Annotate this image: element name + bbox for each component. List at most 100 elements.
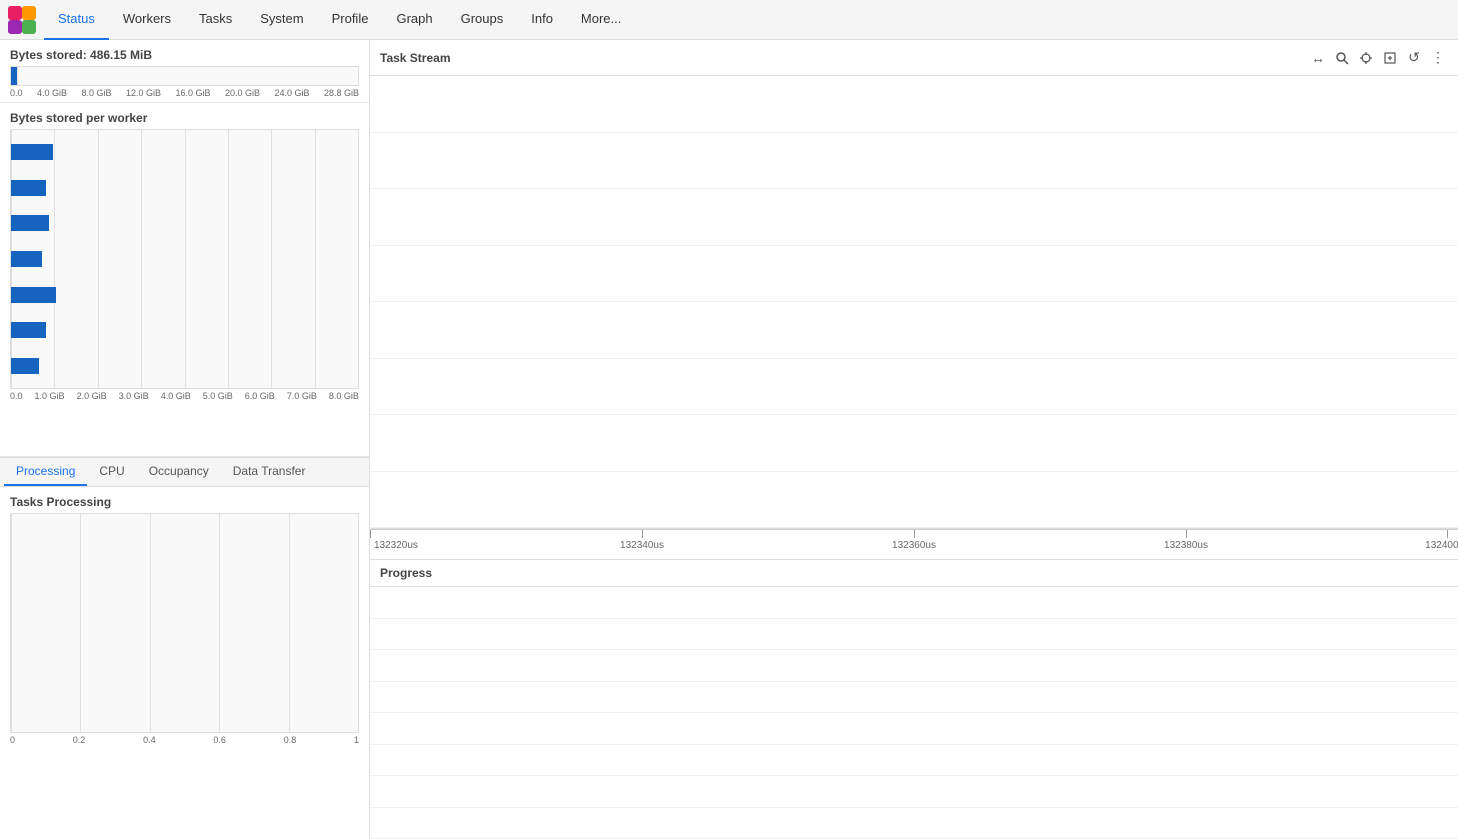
grid-line — [219, 514, 288, 732]
worker-bar — [11, 287, 56, 303]
progress-grid-row — [370, 619, 1458, 651]
bytes-per-worker-section: Bytes stored per worker — [0, 103, 369, 457]
tab-data-transfer[interactable]: Data Transfer — [221, 458, 318, 486]
task-stream-title: Task Stream — [380, 51, 450, 65]
toolbar-icons: ↔ ↺ ⋮ — [1308, 48, 1448, 68]
nav-groups[interactable]: Groups — [447, 0, 518, 40]
tasks-processing-title: Tasks Processing — [10, 495, 359, 509]
axis-label: 0.8 — [284, 735, 297, 745]
worker-bar — [11, 322, 46, 338]
bytes-stored-axis: 0.0 4.0 GiB 8.0 GiB 12.0 GiB 16.0 GiB 20… — [10, 88, 359, 98]
progress-header: Progress — [370, 560, 1458, 587]
axis-label: 28.8 GiB — [324, 88, 359, 98]
worker-bar — [11, 215, 49, 231]
navbar: Status Workers Tasks System Profile Grap… — [0, 0, 1458, 40]
progress-grid-row — [370, 650, 1458, 682]
app-logo — [8, 6, 36, 34]
grid-line — [80, 514, 149, 732]
axis-label: 7.0 GiB — [287, 391, 317, 401]
tick-mark — [1447, 530, 1448, 538]
grid-line — [11, 514, 80, 732]
axis-label: 8.0 GiB — [81, 88, 111, 98]
worker-row — [11, 315, 358, 345]
refresh-icon[interactable]: ↺ — [1404, 48, 1424, 68]
tick-mark — [1186, 530, 1187, 538]
axis-label: 12.0 GiB — [126, 88, 161, 98]
axis-label: 6.0 GiB — [245, 391, 275, 401]
time-label: 132340us — [620, 540, 664, 551]
progress-grid-row — [370, 776, 1458, 808]
wheel-zoom-icon[interactable] — [1332, 48, 1352, 68]
bytes-stored-bar — [11, 67, 17, 85]
axis-label: 0.6 — [213, 735, 226, 745]
task-stream-area: Task Stream ↔ ↺ ⋮ — [370, 40, 1458, 559]
tab-cpu[interactable]: CPU — [87, 458, 136, 486]
worker-chart — [10, 129, 359, 389]
timeline-axis: 132320us 132340us 132360us 132380us 1324… — [370, 529, 1458, 559]
nav-system[interactable]: System — [246, 0, 317, 40]
tab-occupancy[interactable]: Occupancy — [137, 458, 221, 486]
task-row — [370, 415, 1458, 472]
axis-label: 0.4 — [143, 735, 156, 745]
nav-status[interactable]: Status — [44, 0, 109, 40]
grid-line — [150, 514, 219, 732]
task-stream-header: Task Stream ↔ ↺ ⋮ — [370, 40, 1458, 76]
axis-label: 3.0 GiB — [119, 391, 149, 401]
time-label: 132400us — [1425, 540, 1458, 551]
axis-label: 0.0 — [10, 88, 23, 98]
right-panel: Task Stream ↔ ↺ ⋮ — [370, 40, 1458, 839]
nav-graph[interactable]: Graph — [382, 0, 446, 40]
axis-label: 5.0 GiB — [203, 391, 233, 401]
worker-bar — [11, 144, 53, 160]
bytes-grid — [11, 67, 358, 85]
left-panel: Bytes stored: 486.15 MiB 0.0 4.0 GiB 8.0… — [0, 40, 370, 839]
progress-grid — [370, 587, 1458, 839]
worker-bars-area — [11, 130, 358, 388]
worker-row — [11, 280, 358, 310]
arrow-expand-icon[interactable]: ↔ — [1308, 48, 1328, 68]
progress-grid-row — [370, 713, 1458, 745]
axis-label: 1 — [354, 735, 359, 745]
worker-bar — [11, 358, 39, 374]
time-label: 132380us — [1164, 540, 1208, 551]
bytes-stored-title: Bytes stored: 486.15 MiB — [10, 48, 359, 62]
progress-grid-row — [370, 745, 1458, 777]
task-row — [370, 189, 1458, 246]
main-content: Bytes stored: 486.15 MiB 0.0 4.0 GiB 8.0… — [0, 40, 1458, 839]
axis-label: 0.0 — [10, 391, 23, 401]
worker-row — [11, 173, 358, 203]
tick-mark — [914, 530, 915, 538]
progress-grid-row — [370, 682, 1458, 714]
worker-axis: 0.0 1.0 GiB 2.0 GiB 3.0 GiB 4.0 GiB 5.0 … — [10, 391, 359, 401]
progress-grid-row — [370, 808, 1458, 839]
axis-label: 1.0 GiB — [35, 391, 65, 401]
nav-tasks[interactable]: Tasks — [185, 0, 246, 40]
progress-section: Progress — [370, 559, 1458, 839]
nav-workers[interactable]: Workers — [109, 0, 185, 40]
axis-label: 0.2 — [73, 735, 86, 745]
axis-label: 16.0 GiB — [175, 88, 210, 98]
progress-grid-row — [370, 587, 1458, 619]
grid-line — [289, 514, 358, 732]
tab-processing[interactable]: Processing — [4, 458, 87, 486]
nav-profile[interactable]: Profile — [318, 0, 383, 40]
tasks-chart — [10, 513, 359, 733]
bytes-stored-chart — [10, 66, 359, 86]
worker-bar — [11, 180, 46, 196]
crosshair-icon[interactable] — [1356, 48, 1376, 68]
tick-mark — [370, 530, 371, 538]
tabs-section: Processing CPU Occupancy Data Transfer — [0, 457, 369, 487]
axis-label: 24.0 GiB — [274, 88, 309, 98]
box-zoom-icon[interactable] — [1380, 48, 1400, 68]
axis-label: 4.0 GiB — [37, 88, 67, 98]
tasks-processing-section: Tasks Processing 0 0.2 0.4 0.6 0.8 1 — [0, 487, 369, 839]
worker-row — [11, 351, 358, 381]
more-icon[interactable]: ⋮ — [1428, 48, 1448, 68]
bytes-stored-section: Bytes stored: 486.15 MiB 0.0 4.0 GiB 8.0… — [0, 40, 369, 103]
axis-label: 0 — [10, 735, 15, 745]
task-row — [370, 246, 1458, 303]
tasks-axis: 0 0.2 0.4 0.6 0.8 1 — [10, 735, 359, 745]
task-row — [370, 302, 1458, 359]
nav-more[interactable]: More... — [567, 0, 635, 40]
nav-info[interactable]: Info — [517, 0, 567, 40]
